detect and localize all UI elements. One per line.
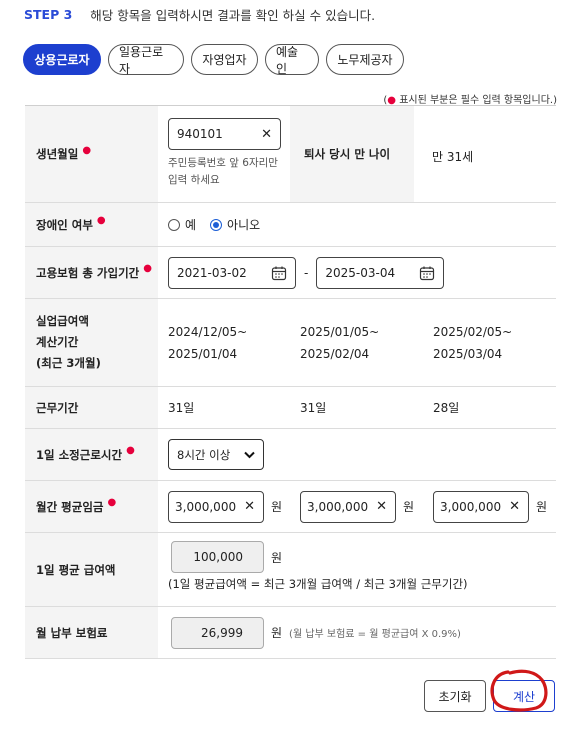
step-description: 해당 항목을 입력하시면 결과를 확인 하실 수 있습니다. <box>90 7 376 23</box>
radio-off-icon <box>168 218 180 231</box>
row-calc-period: 실업급여액 계산기간 (최근 3개월) 2024/12/05~ 2025/01/… <box>25 299 556 387</box>
row-insurance-period: 고용보험 총 가입기간 ● 2021-03-02 - 2025-03-04 <box>25 247 556 299</box>
work-days-2: 31일 <box>300 401 327 415</box>
calendar-icon[interactable] <box>271 265 287 281</box>
chevron-down-icon <box>244 451 255 458</box>
calculator-form: 생년월일 ● 940101 ✕ 주민등록번호 앞 6자리만 입력 하세요 퇴사 당… <box>25 105 556 659</box>
required-dot-icon: ● <box>82 144 92 156</box>
birth-date-input[interactable]: 940101 ✕ <box>168 118 281 150</box>
annotation-circle <box>490 669 548 712</box>
age-label: 퇴사 당시 만 나이 <box>290 106 414 202</box>
tab-daily-worker[interactable]: 일용근로자 <box>108 44 184 76</box>
radio-on-icon <box>210 218 223 231</box>
clear-icon[interactable]: ✕ <box>244 499 255 514</box>
monthly-wage-input-2[interactable]: 3,000,000 ✕ <box>300 490 396 523</box>
clear-icon[interactable]: ✕ <box>509 499 520 514</box>
calc-period-1: 2024/12/05~ 2025/01/04 <box>168 325 248 361</box>
row-daily-average: 1일 평균 급여액 100,000 원 (1일 평균급여액 = 최근 3개월 급… <box>25 533 556 607</box>
premium-note: (월 납부 보험료 = 월 평균급여 X 0.9%) <box>289 629 461 640</box>
calc-period-3: 2025/02/05~ 2025/03/04 <box>433 325 513 361</box>
required-note: (● 표시된 부분은 필수 입력 항목입니다.) <box>383 95 557 106</box>
premium-value: 26,999 <box>171 616 264 649</box>
required-dot-icon: ● <box>143 263 152 274</box>
row-daily-hours: 1일 소정근로시간 ● 8시간 이상 <box>25 429 556 481</box>
required-dot-icon: ● <box>96 215 106 226</box>
tab-regular-worker[interactable]: 상용근로자 <box>23 44 101 75</box>
tab-labor-provider[interactable]: 노무제공자 <box>326 44 404 75</box>
row-disability: 장애인 여부 ● 예 아니오 <box>25 203 556 247</box>
monthly-wage-input-3[interactable]: 3,000,000 ✕ <box>433 490 529 523</box>
insurance-end-date-input[interactable]: 2025-03-04 <box>316 256 445 289</box>
tab-artist[interactable]: 예술인 <box>265 44 319 76</box>
daily-hours-select[interactable]: 8시간 이상 <box>168 439 264 470</box>
row-work-days: 근무기간 31일 31일 28일 <box>25 387 556 429</box>
radio-disability-no[interactable]: 아니오 <box>210 216 260 233</box>
work-days-1: 31일 <box>168 401 195 415</box>
row-premium: 월 납부 보험료 26,999 원 (월 납부 보험료 = 월 평균급여 X 0… <box>25 607 556 659</box>
monthly-wage-input-1[interactable]: 3,000,000 ✕ <box>168 490 264 523</box>
worker-type-tabs: 상용근로자 일용근로자 자영업자 예술인 노무제공자 <box>23 44 404 76</box>
row-birth-date: 생년월일 ● 940101 ✕ 주민등록번호 앞 6자리만 입력 하세요 퇴사 당… <box>25 106 556 203</box>
required-dot-icon: ● <box>107 497 117 508</box>
work-days-3: 28일 <box>433 401 460 415</box>
insurance-start-date-input[interactable]: 2021-03-02 <box>168 256 296 289</box>
clear-icon[interactable]: ✕ <box>376 499 387 514</box>
step-label: STEP 3 <box>24 6 73 22</box>
age-value: 만 31세 <box>432 150 474 164</box>
clear-icon[interactable]: ✕ <box>261 127 272 142</box>
daily-average-formula: (1일 평균급여액 = 최근 3개월 급여액 / 최근 3개월 근무기간) <box>168 577 468 591</box>
daily-average-value: 100,000 <box>171 541 264 573</box>
calc-period-2: 2025/01/05~ 2025/02/04 <box>300 325 380 361</box>
birth-helper: 주민등록번호 앞 6자리만 입력 하세요 <box>168 157 278 186</box>
step-header: STEP 3 해당 항목을 입력하시면 결과를 확인 하실 수 있습니다. <box>24 6 376 23</box>
radio-disability-yes[interactable]: 예 <box>168 216 196 233</box>
tab-self-employed[interactable]: 자영업자 <box>191 44 258 75</box>
calendar-icon[interactable] <box>419 265 435 281</box>
row-monthly-wage: 월간 평균임금 ● 3,000,000 ✕ 원 3,000,000 ✕ 원 3,0… <box>25 481 556 533</box>
required-dot-icon: ● <box>126 445 135 456</box>
birth-label: 생년월일 ● <box>25 106 158 202</box>
reset-button[interactable]: 초기화 <box>424 680 486 712</box>
